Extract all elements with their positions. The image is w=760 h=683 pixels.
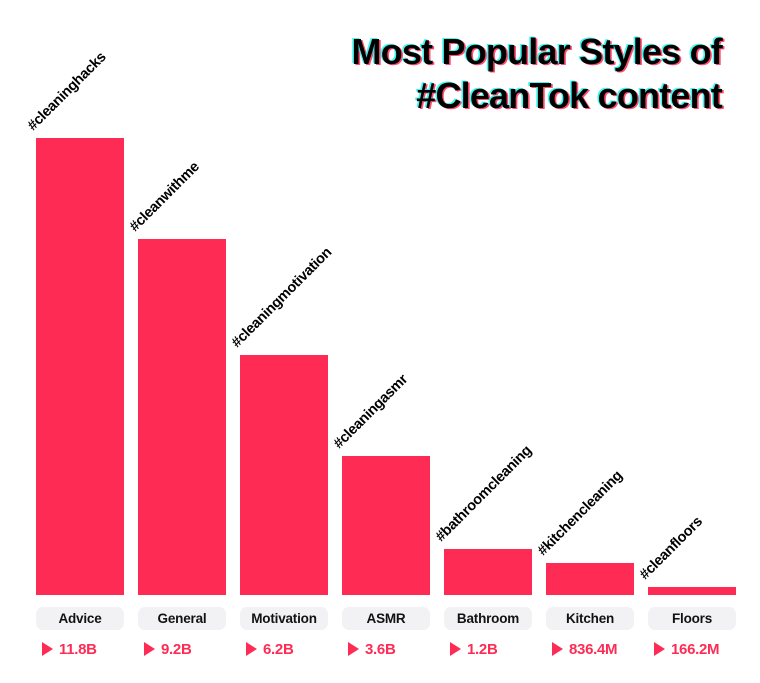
value-row-motivation: 6.2B [240, 639, 328, 659]
bar-floors [648, 587, 736, 595]
value-label: 836.4M [569, 640, 618, 658]
value-label: 3.6B [365, 640, 396, 658]
value-label: 166.2M [671, 640, 720, 658]
bar-group-kitchen: #kitchencleaning Kitchen 836.4M [535, 0, 634, 683]
bar-advice [36, 138, 124, 595]
play-triangle-icon [348, 642, 359, 656]
value-label: 9.2B [161, 640, 192, 658]
bar-bathroom [444, 549, 532, 595]
category-pill-advice: Advice [36, 607, 124, 630]
bar-chart-plot-area: #cleaninghacks Advice 11.8B #cleanwithme Gen… [0, 0, 760, 683]
bar-group-general: #cleanwithme General 9.2B [127, 0, 226, 683]
play-triangle-icon [450, 642, 461, 656]
play-triangle-icon [42, 642, 53, 656]
hashtag-label-bathroom: #bathroomcleaning [432, 442, 535, 545]
category-pill-general: General [138, 607, 226, 630]
play-triangle-icon [144, 642, 155, 656]
value-label: 6.2B [263, 640, 294, 658]
category-label: Kitchen [565, 611, 615, 626]
category-label: Advice [58, 611, 102, 626]
value-label: 11.8B [59, 640, 97, 658]
category-pill-floors: Floors [648, 607, 736, 630]
value-row-general: 9.2B [138, 639, 226, 659]
bar-general [138, 239, 226, 595]
value-label: 1.2B [467, 640, 498, 658]
category-pill-motivation: Motivation [240, 607, 328, 630]
hashtag-label-kitchen: #kitchencleaning [534, 467, 626, 559]
value-row-bathroom: 1.2B [444, 639, 532, 659]
category-label: Floors [671, 611, 713, 626]
play-triangle-icon [552, 642, 563, 656]
hashtag-label-asmr: #cleaningasmr [330, 371, 412, 452]
bar-group-motivation: #cleaningmotivation Motivation 6.2B [229, 0, 335, 683]
bar-group-bathroom: #bathroomcleaning Bathroom 1.2B [433, 0, 535, 683]
infographic-canvas: Most Popular Styles of #CleanTok content… [0, 0, 760, 683]
hashtag-label-general: #cleanwithme [126, 158, 203, 235]
bar-asmr [342, 456, 430, 595]
category-pill-kitchen: Kitchen [546, 607, 634, 630]
category-pill-asmr: ASMR [342, 607, 430, 630]
play-triangle-icon [246, 642, 257, 656]
hashtag-label-motivation: #cleaningmotivation [228, 244, 336, 351]
category-label: Motivation [251, 611, 317, 626]
category-label: Bathroom [456, 611, 520, 626]
category-pill-bathroom: Bathroom [444, 607, 532, 630]
value-row-floors: 166.2M [648, 639, 736, 659]
play-triangle-icon [654, 642, 665, 656]
bar-group-advice: #cleaninghacks Advice 11.8B [25, 0, 124, 683]
hashtag-label-floors: #cleanfloors [636, 513, 706, 583]
category-label: General [157, 611, 207, 626]
category-label: ASMR [366, 611, 406, 626]
value-row-kitchen: 836.4M [546, 639, 634, 659]
value-row-advice: 11.8B [36, 639, 124, 659]
value-row-asmr: 3.6B [342, 639, 430, 659]
bar-motivation [240, 355, 328, 595]
bar-group-floors: #cleanfloors Floors 166.2M [637, 0, 736, 683]
hashtag-label-advice: #cleaninghacks [24, 49, 110, 134]
bar-kitchen [546, 563, 634, 595]
bar-group-asmr: #cleaningasmr ASMR 3.6B [331, 0, 430, 683]
